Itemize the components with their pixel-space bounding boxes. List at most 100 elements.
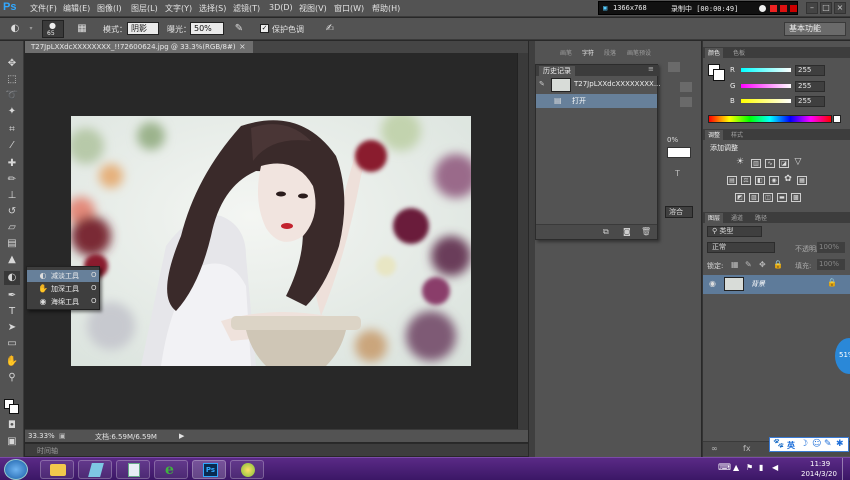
blur-tool-icon[interactable]: ▲ [4,253,20,267]
menu-window[interactable]: 窗口(W) [334,3,364,14]
menu-view[interactable]: 视图(V) [299,3,327,14]
zoom-tool-icon[interactable]: ⚲ [4,371,20,385]
menu-layer[interactable]: 图层(L) [131,3,158,14]
tab-paths[interactable]: 路径 [755,213,767,222]
maximize-button[interactable]: □ [820,2,832,14]
shape-tool-icon[interactable]: ▭ [4,337,20,351]
vibrance-icon[interactable]: ▽ [793,158,803,168]
hand-tool-icon[interactable]: ✋ [4,355,20,369]
curves-icon[interactable]: ∿ [765,159,775,168]
dodge-tool-icon[interactable]: ◐ [4,271,20,285]
close-button[interactable]: × [834,2,846,14]
minimize-button[interactable]: – [806,2,818,14]
history-state-open[interactable]: ▤ 打开 [536,94,657,108]
tab-color[interactable]: 颜色 [705,48,724,58]
layer-row-background[interactable]: ◉ 背景 🔒 [703,275,850,294]
history-snapshot[interactable]: ✎ T27JpLXXdcXXXXXXXX... [536,77,661,93]
pen-tool-icon[interactable]: ✒ [4,289,20,303]
taskbar-photoshop[interactable]: Ps [192,460,226,479]
fx-icon[interactable]: fx [743,444,751,453]
tab-layers[interactable]: 图层 [705,213,724,223]
tab-swatches[interactable]: 色板 [733,48,745,57]
eraser-tool-icon[interactable]: ▱ [4,221,20,235]
color-spectrum-bar[interactable] [708,115,832,123]
color-balance-icon[interactable]: ⚖ [741,176,751,185]
r-slider[interactable] [741,68,791,72]
eye-icon[interactable]: ◉ [709,279,716,288]
quick-select-tool-icon[interactable]: ✦ [4,105,20,119]
brush-panel-icon[interactable]: ▦ [75,22,89,36]
menu-select[interactable]: 选择(S) [199,3,226,14]
flyout-item-sponge[interactable]: ◉ 海绵工具 O [27,296,99,308]
marquee-tool-icon[interactable]: ⬚ [4,73,20,87]
lock-transparency-icon[interactable]: ▦ [731,260,739,269]
mode-select[interactable]: 阴影 [127,22,159,35]
workspace-select[interactable]: 基本功能 [784,22,846,36]
menu-edit[interactable]: 编辑(E) [63,3,90,14]
exposure-input[interactable]: 50% [190,22,224,35]
taskbar-document[interactable] [116,460,150,479]
airbrush-icon[interactable]: ✎ [232,22,246,36]
dodge-tool-preset-icon[interactable]: ◐ [8,22,22,36]
menu-filter[interactable]: 滤镜(T) [233,3,260,14]
panel-control[interactable] [668,62,680,72]
type-tool-icon[interactable]: T [4,305,20,319]
menu-3d[interactable]: 3D(D) [269,3,293,12]
posterize-icon[interactable]: ▨ [749,193,759,202]
threshold-icon[interactable]: ◫ [763,193,773,202]
pause-icon[interactable] [780,5,787,12]
document-image[interactable] [71,116,471,366]
volume-icon[interactable]: ◀ [772,463,778,472]
clone-stamp-tool-icon[interactable]: ⊥ [4,189,20,203]
background-color-chip[interactable] [713,69,725,81]
gradient-tool-icon[interactable]: ▤ [4,237,20,251]
channel-mixer-icon[interactable]: ✿ [783,175,793,185]
camera-icon[interactable] [759,5,766,12]
panel-menu-icon[interactable]: ≡ [644,65,658,75]
tab-styles[interactable]: 样式 [731,130,743,139]
status-export-icon[interactable]: ▣ [59,432,66,440]
healing-tool-icon[interactable]: ✚ [4,157,20,171]
panel-control[interactable] [680,82,692,92]
move-tool-icon[interactable]: ✥ [4,57,20,71]
r-value[interactable]: 255 [795,65,825,76]
selective-color-icon[interactable]: ▩ [791,193,801,202]
opacity-input[interactable]: 100% [817,242,845,253]
lock-all-icon[interactable]: 🔒 [773,260,783,269]
blend-mode-select[interactable]: 正常 [707,242,775,253]
gradient-map-icon[interactable]: ▬ [777,193,787,202]
new-document-from-state-icon[interactable]: ⧉ [603,227,609,237]
flag-icon[interactable]: ⚑ [746,463,753,472]
tab-channels[interactable]: 通道 [731,213,743,222]
show-desktop-button[interactable] [842,458,850,480]
white-swatch[interactable] [833,115,841,123]
menu-help[interactable]: 帮助(H) [372,3,400,14]
flyout-item-burn[interactable]: ✋ 加深工具 O [27,283,99,295]
levels-icon[interactable]: ▥ [751,159,761,168]
b-value[interactable]: 255 [795,96,825,107]
paw-icon[interactable]: 🐾 [773,439,784,449]
photo-filter-icon[interactable]: ◉ [769,176,779,185]
taskbar-recorder[interactable] [230,460,264,479]
hue-saturation-icon[interactable]: ▤ [727,176,737,185]
system-clock[interactable]: 11:39 2014/3/20 [790,458,840,480]
tab-adjustments[interactable]: 调整 [705,130,724,140]
history-brush-tool-icon[interactable]: ↺ [4,205,20,219]
path-select-tool-icon[interactable]: ➤ [4,321,20,335]
lock-position-icon[interactable]: ✥ [759,260,766,269]
status-menu-arrow-icon[interactable]: ▶ [179,432,184,440]
zoom-level[interactable]: 33.33% [28,432,55,440]
screen-mode-icon[interactable]: ▣ [4,435,20,449]
trash-icon[interactable]: 🗑 [641,227,651,236]
menu-image[interactable]: 图像(I) [97,3,122,14]
color-swatch[interactable] [667,147,691,158]
tab-brush[interactable]: 画笔 [560,48,572,58]
stop-icon[interactable] [790,5,797,12]
panel-control[interactable] [680,97,692,107]
new-snapshot-icon[interactable]: ◙ [623,227,631,236]
fill-input[interactable]: 100% [817,259,845,270]
background-color-swatch[interactable] [9,404,19,414]
quick-mask-icon[interactable]: ◘ [4,419,20,433]
tab-character[interactable]: 字符 [582,48,594,58]
anti-alias-select[interactable]: 溶合 [665,206,693,218]
